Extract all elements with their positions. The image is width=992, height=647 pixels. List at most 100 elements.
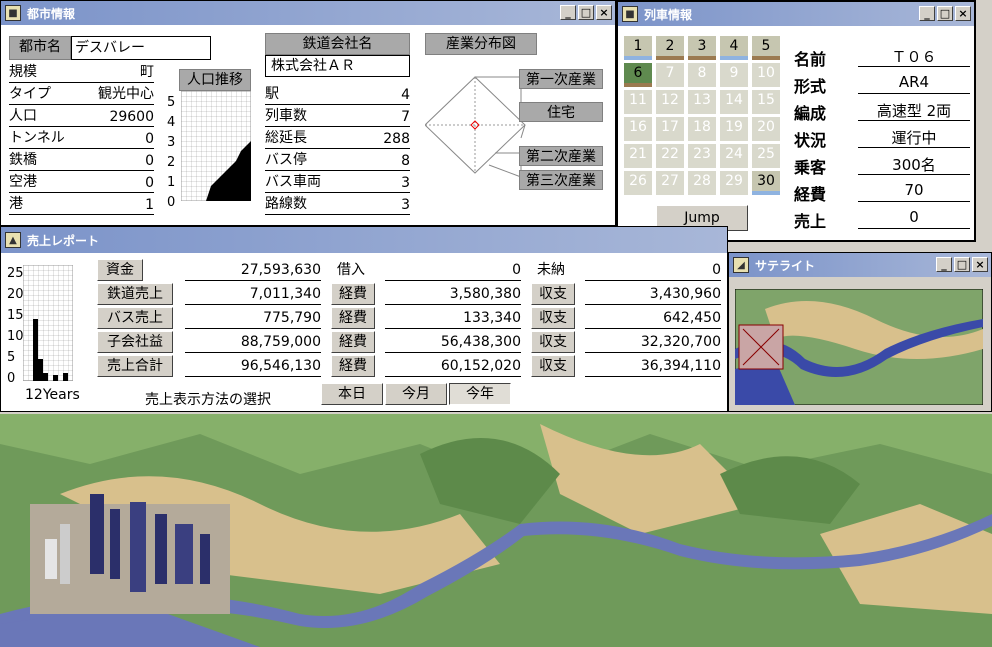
sales-row-right-button[interactable]: 収支 bbox=[531, 283, 575, 305]
city-stat-airport: 空港 0 bbox=[9, 174, 154, 193]
close-button[interactable]: × bbox=[596, 5, 612, 20]
sales-report-window[interactable]: ▲ 売上レポート 25 20 15 10 5 0 12Years 資金 27,593,630… bbox=[0, 226, 728, 412]
sales-row-label-button[interactable]: 鉄道売上 bbox=[97, 283, 173, 305]
train-field-label: 状況 bbox=[794, 131, 827, 150]
city-window-icon: ■ bbox=[5, 5, 21, 21]
train-slot-10[interactable]: 10 bbox=[752, 63, 780, 87]
train-slot-12[interactable]: 12 bbox=[656, 90, 684, 114]
period-month-button[interactable]: 今月 bbox=[385, 383, 447, 405]
train-slot-number: 18 bbox=[693, 119, 711, 135]
period-year-button[interactable]: 今年 bbox=[449, 383, 511, 405]
train-field-value: 300名 bbox=[858, 154, 970, 175]
sales-row-mid-button[interactable]: 経費 bbox=[331, 355, 375, 377]
sales-row-label-button[interactable]: 資金 bbox=[97, 259, 143, 281]
city-info-window[interactable]: ■ 都市情報 _ □ × 都市名 デスバレー 規模町 タイプ 観光中心 人口 29600… bbox=[0, 0, 616, 226]
train-slot-18[interactable]: 18 bbox=[688, 117, 716, 141]
train-slot-3[interactable]: 3 bbox=[688, 36, 716, 60]
sales-row-right-button[interactable]: 収支 bbox=[531, 307, 575, 329]
sales-row-mid-button[interactable]: 経費 bbox=[331, 283, 375, 305]
train-slot-color-bar bbox=[752, 56, 780, 60]
maximize-button[interactable]: □ bbox=[954, 257, 970, 272]
train-slot-8[interactable]: 8 bbox=[688, 63, 716, 87]
sales-row-amount: 7,011,340 bbox=[185, 283, 321, 305]
train-slot-color-bar bbox=[624, 56, 652, 60]
train-slot-number: 22 bbox=[661, 146, 679, 162]
train-slot-4[interactable]: 4 bbox=[720, 36, 748, 60]
train-slot-number: 12 bbox=[661, 92, 679, 108]
sales-row-label-button[interactable]: 子会社益 bbox=[97, 331, 173, 353]
satellite-titlebar[interactable]: ◢ サテライト _ □ × bbox=[729, 253, 991, 277]
train-slot-number: 17 bbox=[661, 119, 679, 135]
train-slot-15[interactable]: 15 bbox=[752, 90, 780, 114]
sales-row-mid-amount: 56,438,300 bbox=[385, 331, 521, 353]
train-slot-6[interactable]: 6 bbox=[624, 63, 652, 87]
sales-row-mid-button[interactable]: 経費 bbox=[331, 307, 375, 329]
train-slot-1[interactable]: 1 bbox=[624, 36, 652, 60]
minimize-button[interactable]: _ bbox=[919, 6, 935, 21]
train-slot-color-bar bbox=[688, 56, 716, 60]
train-field-label: 売上 bbox=[794, 212, 827, 231]
train-slot-22[interactable]: 22 bbox=[656, 144, 684, 168]
train-slot-24[interactable]: 24 bbox=[720, 144, 748, 168]
train-slot-9[interactable]: 9 bbox=[720, 63, 748, 87]
city-stat-tunnel: トンネル 0 bbox=[9, 130, 154, 149]
train-slot-20[interactable]: 20 bbox=[752, 117, 780, 141]
minimize-button[interactable]: _ bbox=[936, 257, 952, 272]
train-slot-23[interactable]: 23 bbox=[688, 144, 716, 168]
train-field-value: 0 bbox=[858, 208, 970, 229]
maximize-button[interactable]: □ bbox=[578, 5, 594, 20]
train-slot-color-bar bbox=[720, 56, 748, 60]
sales-row-right-button[interactable]: 収支 bbox=[531, 331, 575, 353]
city-buildings bbox=[30, 494, 230, 614]
train-slot-29[interactable]: 29 bbox=[720, 171, 748, 195]
train-slot-28[interactable]: 28 bbox=[688, 171, 716, 195]
train-slot-2[interactable]: 2 bbox=[656, 36, 684, 60]
sales-row-right-amount: 642,450 bbox=[585, 307, 721, 329]
city-info-titlebar[interactable]: ■ 都市情報 _ □ × bbox=[1, 1, 615, 25]
train-field-value: 高速型 2両 bbox=[858, 100, 970, 121]
minimize-button[interactable]: _ bbox=[560, 5, 576, 20]
close-button[interactable]: × bbox=[972, 257, 988, 272]
train-slot-5[interactable]: 5 bbox=[752, 36, 780, 60]
train-slot-25[interactable]: 25 bbox=[752, 144, 780, 168]
train-field-label: 形式 bbox=[794, 77, 827, 96]
company-name-value: 株式会社ＡＲ bbox=[265, 55, 410, 77]
sales-row-right-button[interactable]: 収支 bbox=[531, 355, 575, 377]
sales-row-mid-button[interactable]: 経費 bbox=[331, 331, 375, 353]
industry-residential: 住宅 bbox=[519, 102, 603, 122]
train-info-window[interactable]: ■ 列車情報 _ □ × 1 2 3 4 5 6 7 8 9 10 11 12 13 14 15 16 17 18 19… bbox=[616, 0, 976, 242]
train-slot-30[interactable]: 30 bbox=[752, 171, 780, 195]
satellite-map[interactable] bbox=[735, 289, 983, 405]
sales-row-label-button[interactable]: 売上合計 bbox=[97, 355, 173, 377]
sales-row-label-button[interactable]: バス売上 bbox=[97, 307, 173, 329]
train-slot-number: 21 bbox=[629, 146, 647, 162]
sales-row-right-amount: 32,320,700 bbox=[585, 331, 721, 353]
train-field-value: 70 bbox=[858, 181, 970, 202]
train-slot-11[interactable]: 11 bbox=[624, 90, 652, 114]
train-slot-19[interactable]: 19 bbox=[720, 117, 748, 141]
population-trend-chart bbox=[181, 91, 251, 201]
satellite-icon: ◢ bbox=[733, 257, 749, 273]
train-slot-7[interactable]: 7 bbox=[656, 63, 684, 87]
close-button[interactable]: × bbox=[955, 6, 971, 21]
train-info-titlebar[interactable]: ■ 列車情報 _ □ × bbox=[618, 2, 974, 26]
train-slot-16[interactable]: 16 bbox=[624, 117, 652, 141]
sales-report-titlebar[interactable]: ▲ 売上レポート bbox=[1, 227, 727, 253]
company-stat-bus-stops: バス停 8 bbox=[265, 152, 410, 171]
industry-map-label: 産業分布図 bbox=[425, 33, 537, 55]
train-slot-27[interactable]: 27 bbox=[656, 171, 684, 195]
train-slot-26[interactable]: 26 bbox=[624, 171, 652, 195]
city-name-value[interactable]: デスバレー bbox=[71, 36, 211, 60]
sales-row-mid-label: 借入 bbox=[337, 262, 365, 278]
train-slot-color-bar bbox=[752, 191, 780, 195]
train-slot-21[interactable]: 21 bbox=[624, 144, 652, 168]
period-today-button[interactable]: 本日 bbox=[321, 383, 383, 405]
satellite-window[interactable]: ◢ サテライト _ □ × bbox=[728, 252, 992, 412]
landscape-view[interactable] bbox=[0, 414, 992, 647]
sales-row-mid-amount: 133,340 bbox=[385, 307, 521, 329]
train-slot-17[interactable]: 17 bbox=[656, 117, 684, 141]
train-slot-14[interactable]: 14 bbox=[720, 90, 748, 114]
maximize-button[interactable]: □ bbox=[937, 6, 953, 21]
train-slot-13[interactable]: 13 bbox=[688, 90, 716, 114]
sales-row-amount: 27,593,630 bbox=[185, 259, 321, 281]
